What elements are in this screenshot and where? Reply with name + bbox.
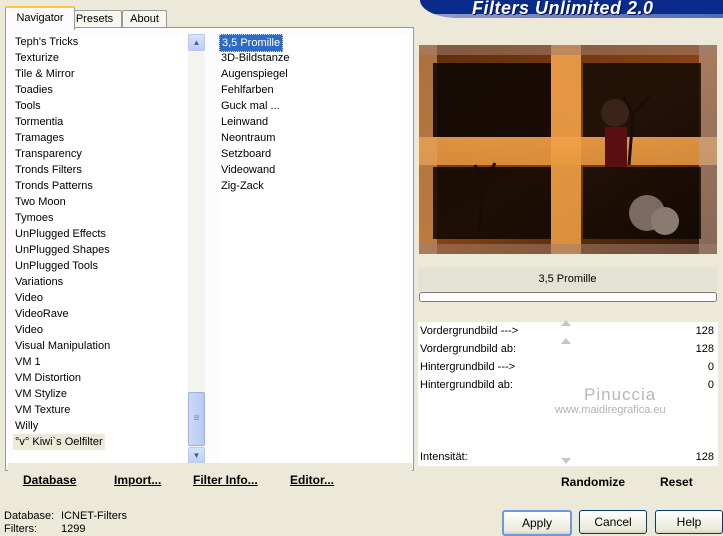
reset-button[interactable]: Reset bbox=[660, 475, 693, 489]
title-banner: Filters Unlimited 2.0 bbox=[420, 0, 723, 18]
category-item[interactable]: Two Moon bbox=[13, 194, 68, 210]
status-filters-value: 1299 bbox=[61, 523, 86, 535]
banner-title: Filters Unlimited 2.0 bbox=[472, 0, 654, 18]
param-value: 128 bbox=[695, 325, 714, 337]
category-item[interactable]: Tormentia bbox=[13, 114, 65, 130]
watermark-url: www.maidiregrafica.eu bbox=[555, 404, 666, 416]
tab-about[interactable]: About bbox=[122, 10, 167, 28]
category-item[interactable]: Transparency bbox=[13, 146, 84, 162]
selected-filter-name: 3,5 Promille bbox=[418, 267, 717, 291]
param-value: 128 bbox=[695, 451, 714, 463]
category-item[interactable]: Tools bbox=[13, 98, 43, 114]
scroll-thumb[interactable]: ≡ bbox=[188, 392, 205, 446]
param-slider-vordergrund-2[interactable]: Vordergrundbild ab: 128 bbox=[418, 338, 718, 359]
category-item[interactable]: VM Stylize bbox=[13, 386, 69, 402]
slider-tick bbox=[561, 458, 571, 464]
param-label: Vordergrundbild ---> bbox=[420, 325, 519, 337]
param-slider-intensitaet[interactable]: Intensität: 128 bbox=[418, 448, 718, 467]
filter-item[interactable]: 3D-Bildstanze bbox=[219, 50, 291, 66]
param-label: Hintergrundbild ab: bbox=[420, 379, 513, 391]
category-list[interactable]: Teph's Tricks Texturize Tile & Mirror Toadi… bbox=[13, 34, 187, 464]
database-button[interactable]: Database bbox=[23, 473, 76, 487]
filter-item[interactable]: Videowand bbox=[219, 162, 277, 178]
category-item[interactable]: Visual Manipulation bbox=[13, 338, 112, 354]
param-label: Hintergrundbild ---> bbox=[420, 361, 516, 373]
import-button[interactable]: Import... bbox=[114, 473, 161, 487]
preview-graphic bbox=[419, 45, 717, 254]
param-label: Intensität: bbox=[420, 451, 468, 463]
slider-tick bbox=[561, 320, 571, 326]
filter-item[interactable]: Augenspiegel bbox=[219, 66, 290, 82]
param-slider-hintergrund-1[interactable]: Hintergrundbild ---> 0 bbox=[418, 358, 718, 377]
filter-item[interactable]: Guck mal ... bbox=[219, 98, 282, 114]
status-database-label: Database: bbox=[4, 510, 55, 522]
category-item[interactable]: Willy bbox=[13, 418, 40, 434]
param-value: 0 bbox=[707, 361, 714, 373]
category-item[interactable]: UnPlugged Effects bbox=[13, 226, 108, 242]
tab-presets[interactable]: Presets bbox=[67, 10, 122, 28]
category-item[interactable]: Tronds Patterns bbox=[13, 178, 95, 194]
status-filters-label: Filters: bbox=[4, 523, 37, 535]
category-item[interactable]: Tramages bbox=[13, 130, 66, 146]
category-item[interactable]: VM Texture bbox=[13, 402, 72, 418]
param-slider-hintergrund-2[interactable]: Hintergrundbild ab: 0 bbox=[418, 376, 718, 395]
param-empty-area bbox=[418, 394, 718, 451]
category-item[interactable]: UnPlugged Shapes bbox=[13, 242, 112, 258]
category-item[interactable]: UnPlugged Tools bbox=[13, 258, 100, 274]
cancel-button[interactable]: Cancel bbox=[579, 510, 647, 534]
category-item[interactable]: Teph's Tricks bbox=[13, 34, 80, 50]
filter-list[interactable]: 3,5 Promille 3D-Bildstanze Augenspiegel Feh… bbox=[219, 34, 409, 464]
filter-item[interactable]: Setzboard bbox=[219, 146, 273, 162]
category-item[interactable]: VM Distortion bbox=[13, 370, 83, 386]
filter-info-button[interactable]: Filter Info... bbox=[193, 473, 258, 487]
category-scrollbar[interactable]: ▲ ≡ ▼ bbox=[188, 34, 205, 464]
help-button[interactable]: Help bbox=[655, 510, 723, 534]
category-item[interactable]: Toadies bbox=[13, 82, 55, 98]
filter-item[interactable]: Leinwand bbox=[219, 114, 270, 130]
category-item[interactable]: Texturize bbox=[13, 50, 61, 66]
filter-item[interactable]: Zig-Zack bbox=[219, 178, 266, 194]
category-item[interactable]: Tymoes bbox=[13, 210, 56, 226]
apply-button[interactable]: Apply bbox=[502, 510, 572, 536]
param-label: Vordergrundbild ab: bbox=[420, 343, 517, 355]
status-database-value: ICNET-Filters bbox=[61, 510, 127, 522]
tab-navigator[interactable]: Navigator bbox=[5, 6, 75, 30]
filter-item[interactable]: Fehlfarben bbox=[219, 82, 276, 98]
category-item[interactable]: Variations bbox=[13, 274, 65, 290]
category-item[interactable]: Tile & Mirror bbox=[13, 66, 76, 82]
watermark-name: Pinuccia bbox=[584, 385, 657, 404]
preview-image bbox=[419, 45, 717, 254]
category-item[interactable]: Video bbox=[13, 290, 45, 306]
scroll-down-icon[interactable]: ▼ bbox=[188, 447, 205, 464]
category-item[interactable]: °v° Kiwi`s Oelfilter bbox=[13, 434, 105, 450]
progress-bar bbox=[419, 292, 717, 302]
navigator-toolbar: Database Import... Filter Info... Editor… bbox=[8, 463, 412, 493]
param-value: 128 bbox=[695, 343, 714, 355]
category-item[interactable]: Video bbox=[13, 322, 45, 338]
param-value: 0 bbox=[707, 379, 714, 391]
category-item[interactable]: VM 1 bbox=[13, 354, 43, 370]
scroll-up-icon[interactable]: ▲ bbox=[188, 34, 205, 51]
filter-item[interactable]: Neontraum bbox=[219, 130, 277, 146]
category-item[interactable]: VideoRave bbox=[13, 306, 71, 322]
randomize-button[interactable]: Randomize bbox=[561, 475, 625, 489]
editor-button[interactable]: Editor... bbox=[290, 473, 334, 487]
category-item[interactable]: Tronds Filters bbox=[13, 162, 84, 178]
slider-tick bbox=[561, 338, 571, 344]
